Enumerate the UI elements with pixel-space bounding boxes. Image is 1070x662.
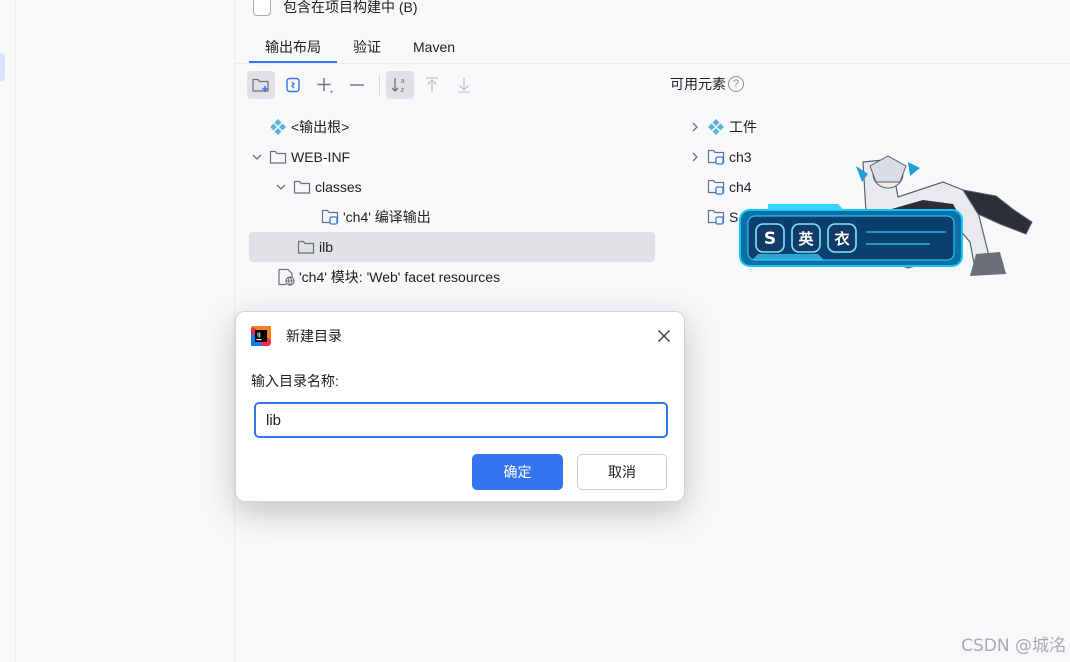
remove-icon xyxy=(350,84,364,86)
tree-row-classes[interactable]: classes xyxy=(249,172,655,202)
move-down-button[interactable] xyxy=(450,71,478,99)
chevron-down-icon[interactable] xyxy=(273,179,289,195)
include-in-build-label: 包含在项目构建中 (B) xyxy=(283,0,418,15)
decal-button-english: 英 xyxy=(798,230,814,248)
add-icon xyxy=(317,78,333,93)
remove-element-button[interactable] xyxy=(343,71,371,99)
add-element-button[interactable] xyxy=(311,71,339,99)
close-button[interactable] xyxy=(654,326,674,346)
anime-character-decal: S 英 衣 xyxy=(739,155,1033,276)
tree-row-module-output[interactable]: 'ch4' 编译输出 xyxy=(249,202,655,232)
dialog-title: 新建目录 xyxy=(286,328,342,344)
new-folder-button[interactable] xyxy=(247,71,275,99)
rail-selection-marker xyxy=(0,53,5,81)
tree-label: S xyxy=(729,209,739,225)
available-elements-header: 可用元素 ? xyxy=(670,74,744,94)
output-root-icon xyxy=(269,118,287,136)
tab-bar: 输出布局 验证 Maven xyxy=(249,34,471,64)
available-elements-title: 可用元素 xyxy=(670,76,726,92)
toolbar-separator xyxy=(379,75,380,95)
folder-icon xyxy=(269,148,287,166)
tree-row-web-inf[interactable]: WEB-INF xyxy=(249,142,655,172)
move-up-button[interactable] xyxy=(418,71,446,99)
tab-divider xyxy=(235,63,1070,64)
left-panel xyxy=(16,0,235,662)
available-item-artifacts[interactable]: 工件 xyxy=(687,112,987,142)
chevron-right-icon[interactable] xyxy=(687,119,703,135)
svg-text:z: z xyxy=(401,86,405,94)
tree-row-web-facet[interactable]: 'ch4' 模块: 'Web' facet resources xyxy=(249,262,655,292)
tree-label: WEB-INF xyxy=(291,149,351,165)
include-in-build-option[interactable]: 包含在项目构建中 (B) xyxy=(253,0,418,18)
new-directory-dialog: IJ 新建目录 输入目录名称: 确定 取消 xyxy=(235,311,685,502)
tree-label: 'ch4' 模块: 'Web' facet resources xyxy=(299,269,501,285)
tab-validation[interactable]: 验证 xyxy=(337,34,397,64)
tab-output-layout[interactable]: 输出布局 xyxy=(249,34,337,64)
artifact-icon xyxy=(707,118,725,136)
intellij-logo-icon: IJ xyxy=(251,326,271,346)
module-icon xyxy=(707,178,725,196)
layout-toolbar: az xyxy=(247,71,482,99)
output-layout-tree: <输出根> WEB-INF classes 'ch4' 编译输出 ilb 'ch… xyxy=(249,112,655,292)
left-rail xyxy=(0,0,16,662)
chevron-down-icon[interactable] xyxy=(249,149,265,165)
close-icon xyxy=(658,330,670,342)
tree-row-ilb[interactable]: ilb xyxy=(249,232,655,262)
new-folder-icon xyxy=(252,78,269,92)
decal-button-s: S xyxy=(764,229,776,249)
tree-label: 工件 xyxy=(729,119,757,135)
move-up-icon xyxy=(426,77,438,92)
cancel-button[interactable]: 取消 xyxy=(577,454,667,490)
folder-icon xyxy=(297,238,315,256)
module-icon xyxy=(707,208,725,226)
help-icon[interactable]: ? xyxy=(728,76,744,92)
tree-label: classes xyxy=(315,179,362,195)
move-down-icon xyxy=(458,78,470,93)
sort-icon: az xyxy=(391,77,405,94)
archive-icon xyxy=(286,77,300,93)
module-icon xyxy=(707,148,725,166)
tree-label: 'ch4' 编译输出 xyxy=(343,209,431,225)
sort-button[interactable]: az xyxy=(386,71,414,99)
directory-name-label: 输入目录名称: xyxy=(251,373,339,389)
folder-icon xyxy=(293,178,311,196)
add-archive-button[interactable] xyxy=(279,71,307,99)
module-output-icon xyxy=(321,208,339,226)
chevron-right-icon[interactable] xyxy=(687,149,703,165)
tree-label: <输出根> xyxy=(291,119,350,135)
watermark: CSDN @城洺 xyxy=(961,636,1066,656)
tree-label: ilb xyxy=(319,239,334,255)
svg-text:a: a xyxy=(401,77,405,85)
tab-maven[interactable]: Maven xyxy=(397,34,471,64)
include-in-build-checkbox[interactable] xyxy=(253,0,271,16)
tree-row-output-root[interactable]: <输出根> xyxy=(249,112,655,142)
svg-text:IJ: IJ xyxy=(257,333,261,339)
ok-button[interactable]: 确定 xyxy=(472,454,563,490)
decal-button-shirt: 衣 xyxy=(834,230,849,248)
web-facet-icon xyxy=(277,268,295,286)
directory-name-input[interactable] xyxy=(254,402,668,438)
